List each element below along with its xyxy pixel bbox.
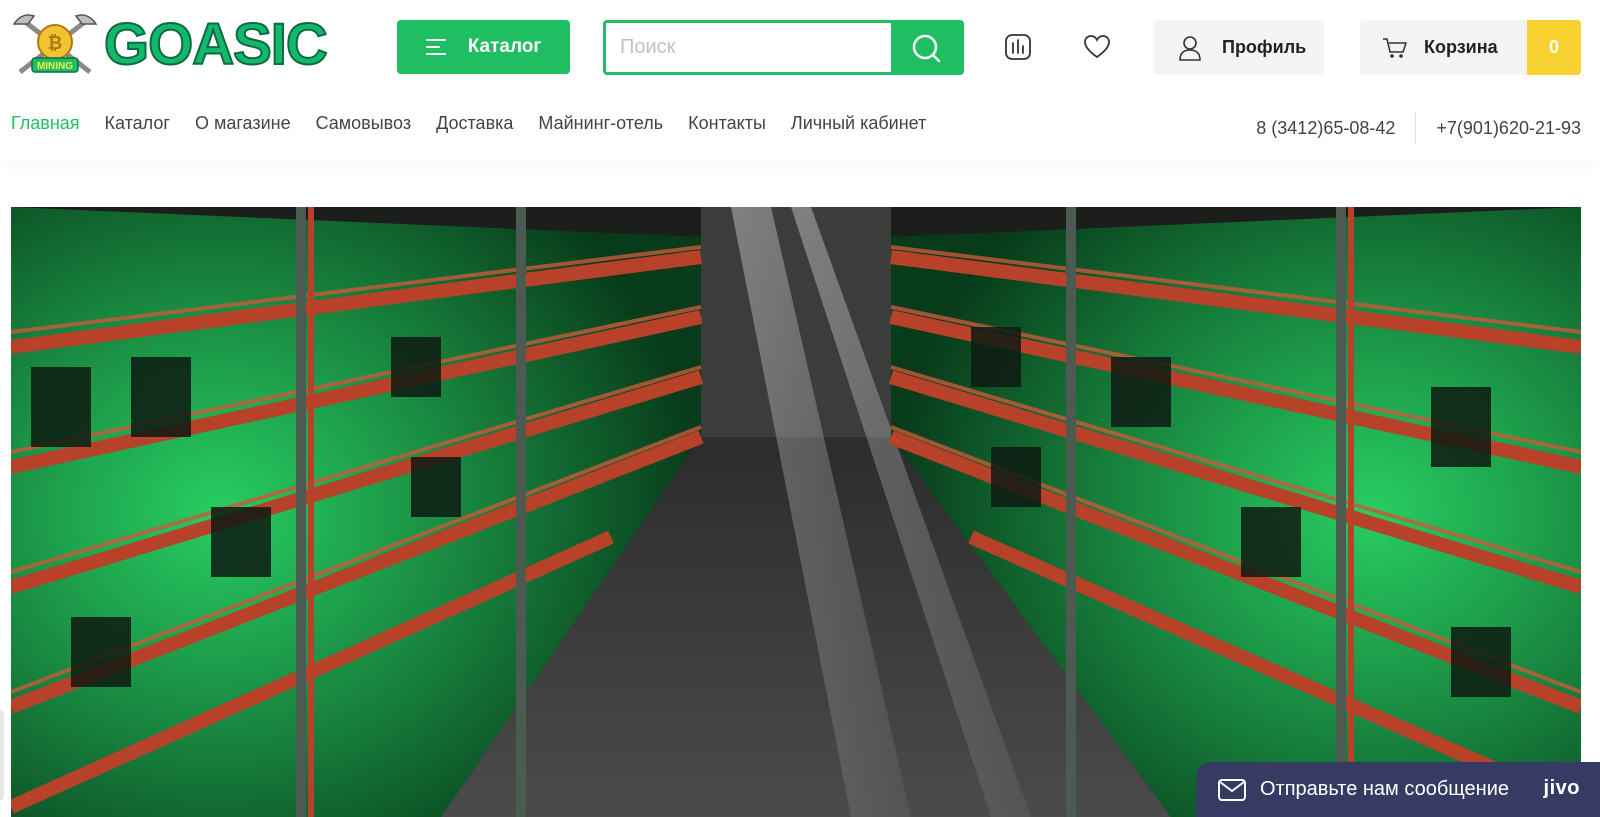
main-nav: Главная Каталог О магазине Самовывоз Дос… bbox=[11, 113, 926, 134]
nav-item-about[interactable]: О магазине bbox=[195, 113, 291, 134]
site-logo[interactable]: ₿ MINING GOASIC bbox=[10, 10, 330, 80]
user-icon bbox=[1179, 35, 1201, 61]
nav-item-home[interactable]: Главная bbox=[11, 113, 80, 134]
favorites-button[interactable] bbox=[1077, 27, 1117, 67]
chat-widget-label: Отправьте нам сообщение bbox=[1260, 778, 1509, 800]
logo-wordmark: GOASIC bbox=[103, 12, 329, 77]
search-bar bbox=[603, 20, 964, 75]
cart-label: Корзина bbox=[1424, 37, 1498, 57]
compare-button[interactable] bbox=[998, 27, 1038, 67]
profile-button[interactable]: Профиль bbox=[1154, 20, 1324, 75]
catalog-button[interactable]: Каталог bbox=[397, 20, 570, 74]
search-button[interactable] bbox=[891, 23, 961, 72]
profile-label: Профиль bbox=[1222, 37, 1307, 57]
hero-banner[interactable] bbox=[11, 207, 1581, 817]
mining-farm-image bbox=[11, 207, 1581, 817]
phone-numbers: 8 (3412)65-08-42 +7(901)620-21-93 bbox=[1256, 113, 1581, 143]
jivo-logo: jivo bbox=[1543, 777, 1580, 799]
side-tab[interactable] bbox=[0, 710, 4, 800]
catalog-button-label: Каталог bbox=[467, 36, 542, 57]
nav-item-mining-hotel[interactable]: Майнинг-отель bbox=[538, 113, 663, 134]
cart-count-badge: 0 bbox=[1527, 20, 1581, 75]
chat-widget[interactable]: Отправьте нам сообщение jivo bbox=[1196, 762, 1600, 817]
nav-item-contacts[interactable]: Контакты bbox=[688, 113, 766, 134]
nav-item-delivery[interactable]: Доставка bbox=[436, 113, 513, 134]
svg-text:MINING: MINING bbox=[37, 61, 73, 72]
pickaxe-emblem-icon: ₿ MINING bbox=[12, 14, 98, 74]
cart-icon bbox=[1383, 37, 1407, 58]
site-header: ₿ MINING GOASIC Каталог Поиск Профиль Ко… bbox=[0, 0, 1600, 160]
svg-text:₿: ₿ bbox=[48, 33, 63, 53]
phone-link-1[interactable]: 8 (3412)65-08-42 bbox=[1256, 118, 1395, 139]
chart-bars-icon bbox=[1005, 34, 1031, 60]
cart-button[interactable]: Корзина 0 bbox=[1360, 20, 1581, 75]
search-input[interactable] bbox=[606, 23, 891, 72]
nav-item-pickup[interactable]: Самовывоз bbox=[316, 113, 412, 134]
envelope-icon bbox=[1218, 778, 1246, 801]
search-icon bbox=[912, 34, 941, 62]
phone-divider bbox=[1415, 113, 1417, 143]
nav-item-account[interactable]: Личный кабинет bbox=[791, 113, 926, 134]
heart-icon bbox=[1084, 35, 1110, 59]
nav-item-catalog[interactable]: Каталог bbox=[105, 113, 170, 134]
menu-icon bbox=[425, 39, 448, 55]
phone-link-2[interactable]: +7(901)620-21-93 bbox=[1436, 118, 1581, 139]
